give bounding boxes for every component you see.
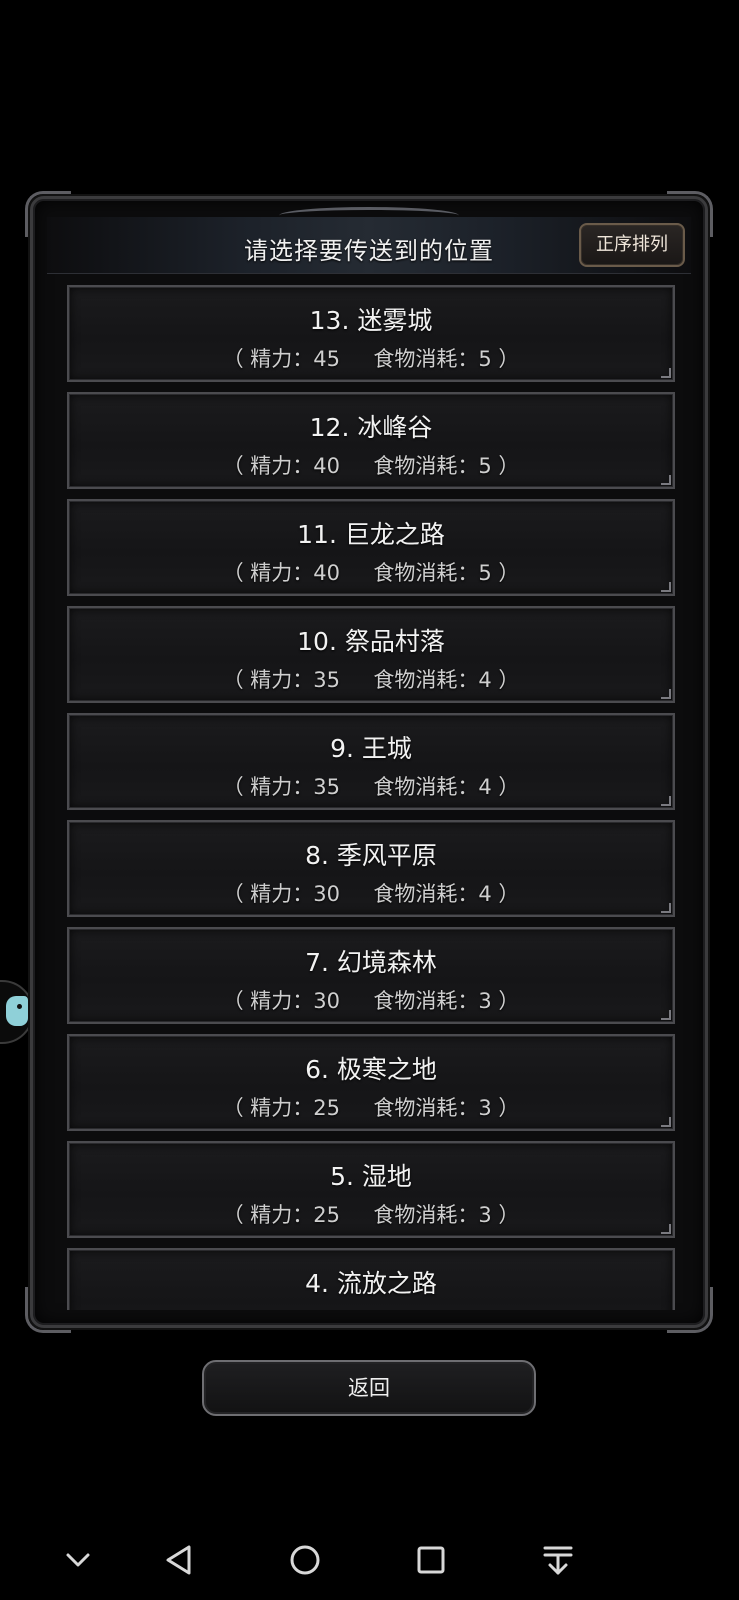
location-item[interactable]: 9. 王城 （ 精力：35 食物消耗：4 ） bbox=[67, 713, 675, 810]
back-triangle-icon[interactable] bbox=[158, 1538, 202, 1582]
floating-assistant-bubble[interactable] bbox=[0, 980, 34, 1044]
location-name: 9. 王城 bbox=[330, 734, 412, 763]
chevron-down-icon[interactable] bbox=[56, 1538, 100, 1582]
location-cost: （ 精力：40 食物消耗：5 ） bbox=[222, 561, 520, 585]
location-item[interactable]: 10. 祭品村落 （ 精力：35 食物消耗：4 ） bbox=[67, 606, 675, 703]
notification-pull-icon[interactable] bbox=[536, 1538, 580, 1582]
location-cost: （ 精力：30 食物消耗：3 ） bbox=[222, 989, 520, 1013]
recents-square-icon[interactable] bbox=[409, 1538, 453, 1582]
location-name: 12. 冰峰谷 bbox=[309, 413, 433, 442]
mascot-eye bbox=[17, 1004, 22, 1009]
header-ornament bbox=[279, 207, 459, 224]
location-name: 5. 湿地 bbox=[330, 1162, 412, 1191]
location-name: 10. 祭品村落 bbox=[297, 627, 445, 656]
location-cost: （ 精力：25 食物消耗：3 ） bbox=[222, 1203, 520, 1227]
location-name: 8. 季风平原 bbox=[305, 841, 437, 870]
location-item[interactable]: 4. 流放之路 bbox=[67, 1248, 675, 1310]
back-button[interactable]: 返回 bbox=[202, 1360, 536, 1416]
location-item[interactable]: 7. 幻境森林 （ 精力：30 食物消耗：3 ） bbox=[67, 927, 675, 1024]
dialog-header: 请选择要传送到的位置 正序排列 bbox=[47, 207, 691, 274]
location-name: 7. 幻境森林 bbox=[305, 948, 437, 977]
location-cost: （ 精力：30 食物消耗：4 ） bbox=[222, 882, 520, 906]
location-name: 6. 极寒之地 bbox=[305, 1055, 437, 1084]
assistant-mascot-icon bbox=[6, 996, 28, 1026]
location-name: 4. 流放之路 bbox=[305, 1269, 437, 1298]
location-item[interactable]: 8. 季风平原 （ 精力：30 食物消耗：4 ） bbox=[67, 820, 675, 917]
location-item[interactable]: 11. 巨龙之路 （ 精力：40 食物消耗：5 ） bbox=[67, 499, 675, 596]
home-circle-icon[interactable] bbox=[283, 1538, 327, 1582]
location-cost: （ 精力：35 食物消耗：4 ） bbox=[222, 668, 520, 692]
sort-order-button[interactable]: 正序排列 bbox=[579, 223, 685, 267]
teleport-dialog: 请选择要传送到的位置 正序排列 13. 迷雾城 （ 精力：45 食物消耗：5 ）… bbox=[25, 191, 713, 1333]
location-cost: （ 精力：45 食物消耗：5 ） bbox=[222, 347, 520, 371]
frame-corner-ornament bbox=[25, 1287, 71, 1333]
location-name: 11. 巨龙之路 bbox=[297, 520, 445, 549]
location-item[interactable]: 6. 极寒之地 （ 精力：25 食物消耗：3 ） bbox=[67, 1034, 675, 1131]
location-list[interactable]: 13. 迷雾城 （ 精力：45 食物消耗：5 ） 12. 冰峰谷 （ 精力：40… bbox=[67, 285, 675, 1310]
location-cost: （ 精力：40 食物消耗：5 ） bbox=[222, 454, 520, 478]
location-cost: （ 精力：35 食物消耗：4 ） bbox=[222, 775, 520, 799]
location-cost: （ 精力：25 食物消耗：3 ） bbox=[222, 1096, 520, 1120]
location-item[interactable]: 5. 湿地 （ 精力：25 食物消耗：3 ） bbox=[67, 1141, 675, 1238]
location-item[interactable]: 13. 迷雾城 （ 精力：45 食物消耗：5 ） bbox=[67, 285, 675, 382]
system-nav-bar bbox=[0, 1520, 739, 1600]
location-item[interactable]: 12. 冰峰谷 （ 精力：40 食物消耗：5 ） bbox=[67, 392, 675, 489]
location-name: 13. 迷雾城 bbox=[309, 306, 433, 335]
